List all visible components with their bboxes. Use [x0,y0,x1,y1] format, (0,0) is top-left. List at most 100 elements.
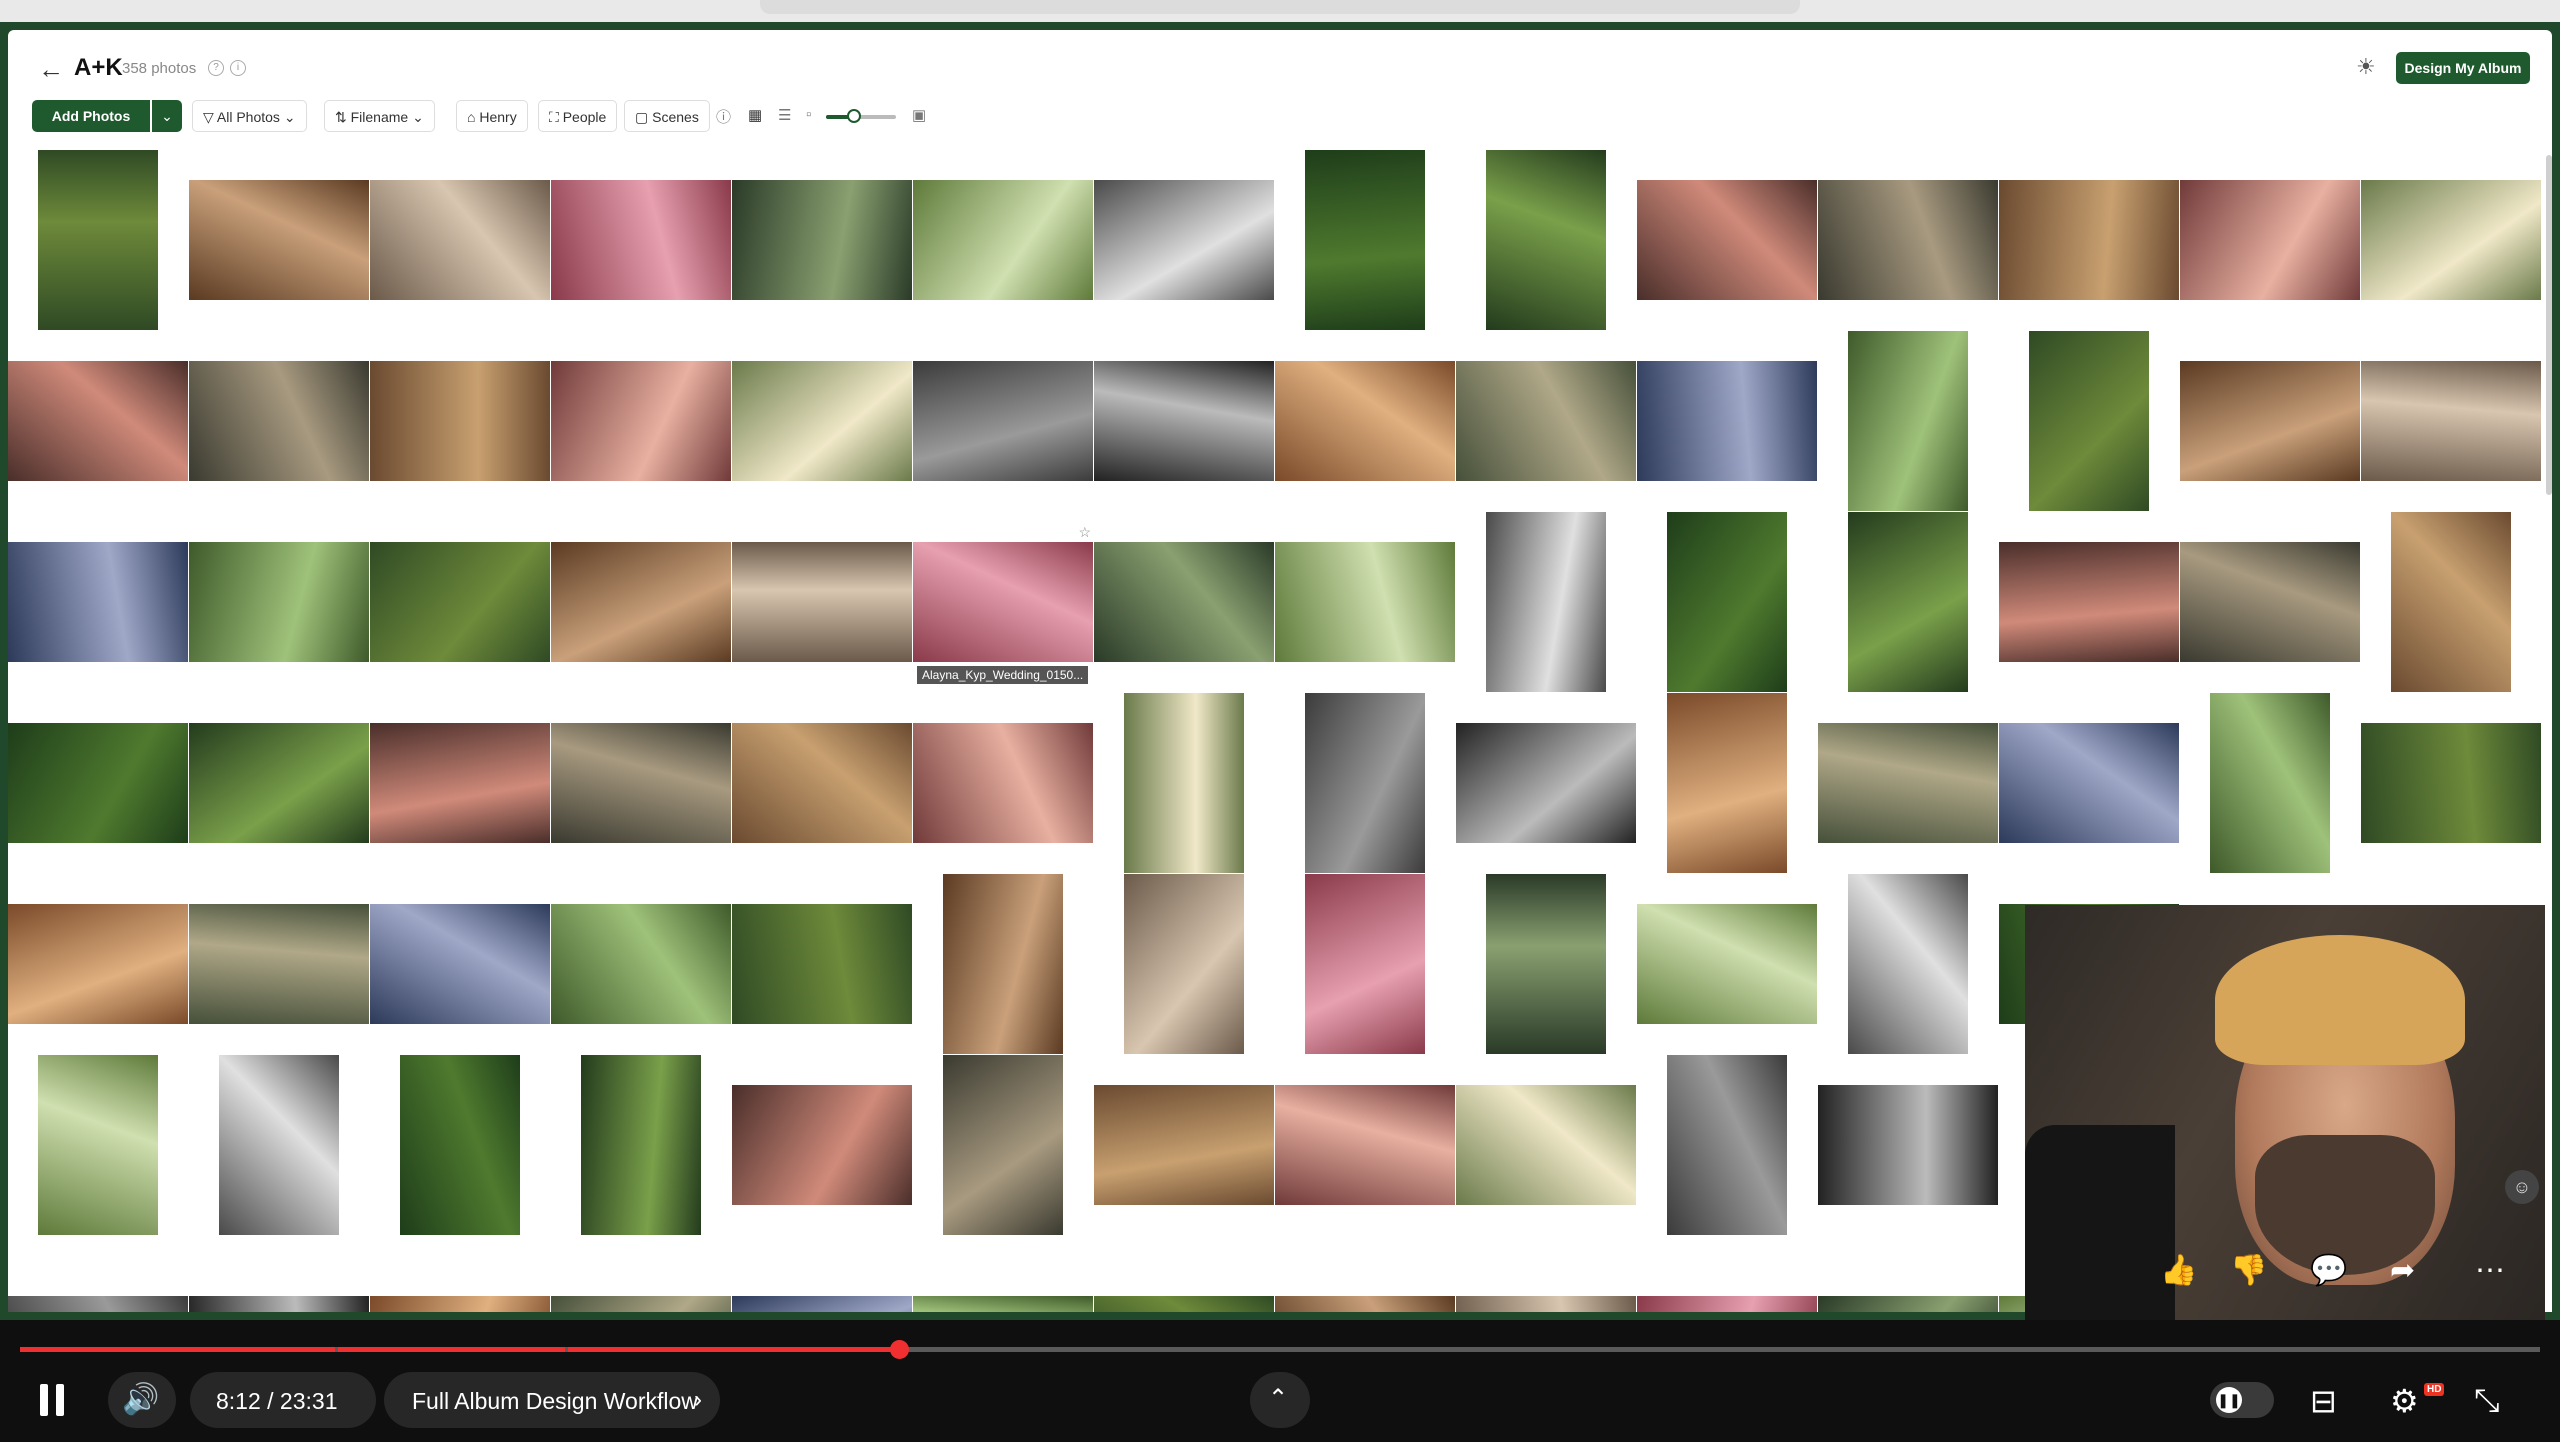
photo-cell[interactable] [370,1055,550,1235]
photo-thumbnail[interactable] [1486,150,1606,330]
channel-avatar-icon[interactable]: ☺ [2505,1170,2539,1204]
photo-thumbnail[interactable] [1456,361,1636,481]
photo-cell[interactable] [370,874,550,1054]
photo-thumbnail[interactable] [2361,361,2541,481]
photo-thumbnail[interactable] [370,542,550,662]
photo-cell[interactable] [1094,331,1274,511]
people-button[interactable]: ⛶ People [538,100,618,132]
photo-thumbnail[interactable] [1486,512,1606,692]
photo-thumbnail[interactable] [913,180,1093,300]
photo-thumbnail[interactable] [1094,1296,1274,1312]
photo-cell[interactable] [732,693,912,873]
photo-thumbnail[interactable] [581,1055,701,1235]
zoom-in-icon[interactable]: ▣ [912,106,926,124]
photo-cell[interactable] [8,1055,188,1235]
photo-thumbnail[interactable] [1818,1085,1998,1205]
photo-cell[interactable] [1094,874,1274,1054]
photo-cell[interactable] [1094,1236,1274,1312]
photo-cell[interactable] [8,1236,188,1312]
photo-cell[interactable] [732,512,912,692]
photo-cell[interactable] [1275,150,1455,330]
photo-thumbnail[interactable] [732,723,912,843]
photo-thumbnail[interactable] [189,723,369,843]
photo-cell[interactable] [1818,150,1998,330]
photo-thumbnail[interactable] [732,180,912,300]
photo-thumbnail[interactable] [1275,1085,1455,1205]
photo-cell[interactable] [1999,693,2179,873]
photo-cell[interactable] [1275,331,1455,511]
photo-thumbnail[interactable] [1848,331,1968,511]
grid-view-icon[interactable]: ▦ [748,106,762,124]
scrubber-handle[interactable] [890,1340,910,1359]
photo-cell[interactable] [1275,874,1455,1054]
photo-cell[interactable] [8,150,188,330]
add-photos-button[interactable]: Add Photos [32,100,150,132]
photo-thumbnail[interactable] [1848,874,1968,1054]
photo-thumbnail[interactable] [8,1296,188,1312]
photo-thumbnail[interactable] [189,1296,369,1312]
photo-thumbnail[interactable] [551,180,731,300]
photo-cell[interactable] [551,331,731,511]
photo-cell[interactable] [2361,150,2541,330]
address-bar[interactable] [760,0,1800,14]
photo-cell[interactable] [1818,1055,1998,1235]
photo-cell[interactable] [732,1236,912,1312]
photo-thumbnail[interactable] [732,1085,912,1205]
photo-cell[interactable] [913,1236,1093,1312]
photo-cell[interactable] [2180,331,2360,511]
subtitles-icon[interactable]: ⊟ [2310,1382,2337,1420]
photo-thumbnail[interactable] [8,361,188,481]
photo-thumbnail[interactable] [1848,512,1968,692]
photo-thumbnail[interactable] [1999,542,2179,662]
photo-cell[interactable] [1818,1236,1998,1312]
photo-cell[interactable] [1275,693,1455,873]
photo-thumbnail[interactable] [189,904,369,1024]
photo-cell[interactable] [370,150,550,330]
photo-cell[interactable] [189,1236,369,1312]
photo-thumbnail[interactable] [2180,542,2360,662]
photo-cell[interactable] [370,693,550,873]
photo-thumbnail[interactable] [2391,512,2511,692]
more-icon[interactable]: ⋯ [2475,1253,2505,1288]
volume-button[interactable]: 🔊 [108,1372,176,1428]
photo-cell[interactable] [1094,150,1274,330]
photo-thumbnail[interactable] [1305,874,1425,1054]
photo-cell[interactable] [8,331,188,511]
photo-cell[interactable] [1637,693,1817,873]
photo-cell[interactable] [1275,1236,1455,1312]
photo-thumbnail[interactable] [1456,1296,1636,1312]
help-circle-icon[interactable]: ⓘ [716,106,731,127]
photo-thumbnail[interactable] [1275,361,1455,481]
photo-thumbnail[interactable] [551,1296,731,1312]
photo-thumbnail[interactable] [1637,361,1817,481]
photo-thumbnail[interactable] [1305,150,1425,330]
photo-thumbnail[interactable] [1999,180,2179,300]
photo-cell[interactable] [1094,1055,1274,1235]
zoom-out-icon[interactable]: ▫ [806,106,811,123]
photo-thumbnail[interactable] [370,904,550,1024]
photo-cell[interactable] [1094,512,1274,692]
photo-thumbnail[interactable] [8,542,188,662]
info-icon[interactable]: i [230,60,246,76]
photo-cell[interactable] [551,1236,731,1312]
photo-thumbnail[interactable] [38,150,158,330]
photo-cell[interactable] [189,1055,369,1235]
zoom-slider[interactable] [826,109,896,123]
photo-cell[interactable] [1456,874,1636,1054]
favorite-star-icon[interactable]: ☆ [1078,524,1091,541]
share-icon[interactable]: ➦ [2390,1253,2415,1288]
photo-cell[interactable] [732,331,912,511]
photo-thumbnail[interactable] [1094,180,1274,300]
photo-thumbnail[interactable] [1275,1296,1455,1312]
photo-cell[interactable] [1094,693,1274,873]
photo-cell[interactable] [551,512,731,692]
photo-cell[interactable] [189,331,369,511]
photo-thumbnail[interactable] [1094,542,1274,662]
photo-thumbnail[interactable] [219,1055,339,1235]
photo-thumbnail[interactable] [1456,1085,1636,1205]
photo-thumbnail[interactable] [2180,180,2360,300]
photo-cell[interactable] [189,150,369,330]
photo-cell[interactable] [8,512,188,692]
photo-cell[interactable] [913,331,1093,511]
photo-thumbnail[interactable] [1637,1296,1817,1312]
